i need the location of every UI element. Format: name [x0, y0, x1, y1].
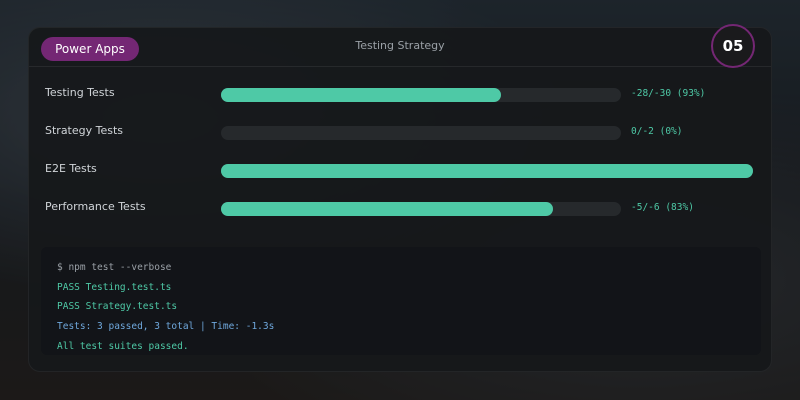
- progress-fill: [221, 88, 501, 102]
- card-header: Power Apps Testing Strategy 05: [29, 24, 771, 68]
- test-row-label: Performance Tests: [45, 200, 146, 213]
- test-row-performance: Performance Tests -5/-6 (83%): [29, 198, 773, 218]
- test-row-value: 0/-2 (0%): [631, 126, 683, 137]
- test-row-strategy: Strategy Tests 0/-2 (0%): [29, 122, 773, 142]
- testing-card: Power Apps Testing Strategy 05 Testing T…: [28, 24, 773, 372]
- test-row-testing: Testing Tests -28/-30 (93%): [29, 84, 773, 104]
- terminal-line: $ npm test --verbose: [57, 262, 172, 273]
- test-row-label: Strategy Tests: [45, 124, 124, 137]
- progress-track: [221, 202, 621, 216]
- terminal-line: PASS Strategy.test.ts: [57, 301, 178, 312]
- progress-fill: [221, 202, 553, 216]
- progress-track: [221, 88, 621, 102]
- progress-track: [221, 164, 753, 178]
- test-row-value: -5/-6 (83%): [631, 202, 694, 213]
- terminal-line: Tests: 3 passed, 3 total | Time: -1.3s: [57, 321, 275, 332]
- step-number-badge: 05: [711, 24, 755, 68]
- progress-track: [221, 126, 621, 140]
- test-row-label: E2E Tests: [45, 162, 97, 175]
- card-title: Testing Strategy: [355, 39, 445, 52]
- test-row-value: -28/-30 (93%): [631, 88, 706, 99]
- test-row-label: Testing Tests: [45, 86, 115, 99]
- terminal-output: $ npm test --verbose PASS Testing.test.t…: [41, 247, 761, 355]
- test-row-e2e: E2E Tests: [29, 160, 773, 180]
- terminal-line: PASS Testing.test.ts: [57, 282, 172, 293]
- progress-fill: [221, 164, 753, 178]
- terminal-line: All test suites passed.: [57, 341, 189, 352]
